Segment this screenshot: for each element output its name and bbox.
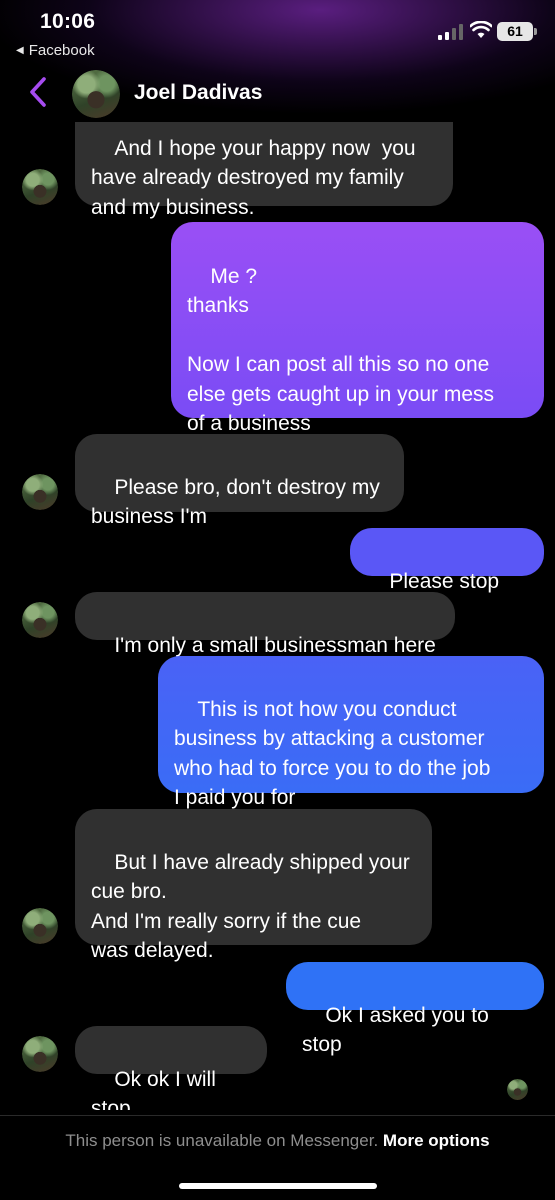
incoming-message[interactable]: Please bro, don't destroy my business I'… [75,434,404,528]
outgoing-message[interactable]: Me ? thanks Now I can post all this so n… [171,222,544,435]
contact-avatar-small[interactable] [22,1036,58,1072]
incoming-message[interactable]: But I have already shipped your cue bro.… [75,809,432,962]
unavailable-notice: This person is unavailable on Messenger.… [0,1131,555,1151]
back-to-app-link[interactable]: ◀ Facebook [16,42,95,59]
message-text: This is not how you conduct business by … [174,697,491,810]
conversation-header: Joel Dadivas [0,66,555,122]
battery-indicator: 61 [497,22,537,41]
contact-avatar[interactable] [72,70,120,118]
wifi-icon [470,21,492,38]
message-text: I'm only a small businessman here [114,633,436,657]
message-text: And I hope your happy now you have alrea… [91,136,416,219]
back-app-label: Facebook [28,42,95,59]
message-list[interactable]: And I hope your happy now you have alrea… [0,122,555,1110]
message-text: Ok ok I will stop [91,1067,222,1111]
contact-avatar-small[interactable] [22,474,58,510]
incoming-message[interactable]: And I hope your happy now you have alrea… [75,122,453,219]
outgoing-message[interactable]: Please stop this [350,528,544,622]
outgoing-message[interactable]: Ok I asked you to stop [286,962,544,1056]
incoming-message[interactable]: Ok ok I will stop [75,1026,267,1110]
contact-avatar-small[interactable] [22,602,58,638]
contact-name[interactable]: Joel Dadivas [134,81,262,105]
divider [0,1115,555,1116]
more-options-link[interactable]: More options [383,1131,490,1150]
message-text: Ok I asked you to stop [302,1003,495,1057]
back-chevron-icon[interactable] [26,76,50,108]
contact-avatar-small[interactable] [22,169,58,205]
clock: 10:06 [40,10,96,33]
signal-icon [438,24,463,40]
contact-avatar-small[interactable] [22,908,58,944]
home-indicator[interactable] [179,1183,377,1189]
outgoing-message[interactable]: This is not how you conduct business by … [158,656,544,809]
message-text: Me ? thanks Now I can post all this so n… [187,264,495,436]
incoming-message[interactable]: I'm only a small businessman here [75,592,455,657]
seen-indicator-avatar [507,1079,528,1100]
status-bar: 10:06 ◀ Facebook 61 [0,0,555,64]
unavailable-text: This person is unavailable on Messenger. [65,1131,379,1150]
message-text: But I have already shipped your cue bro.… [91,850,410,963]
back-triangle-icon: ◀ [16,45,24,56]
message-text: Please bro, don't destroy my business I'… [91,475,380,529]
